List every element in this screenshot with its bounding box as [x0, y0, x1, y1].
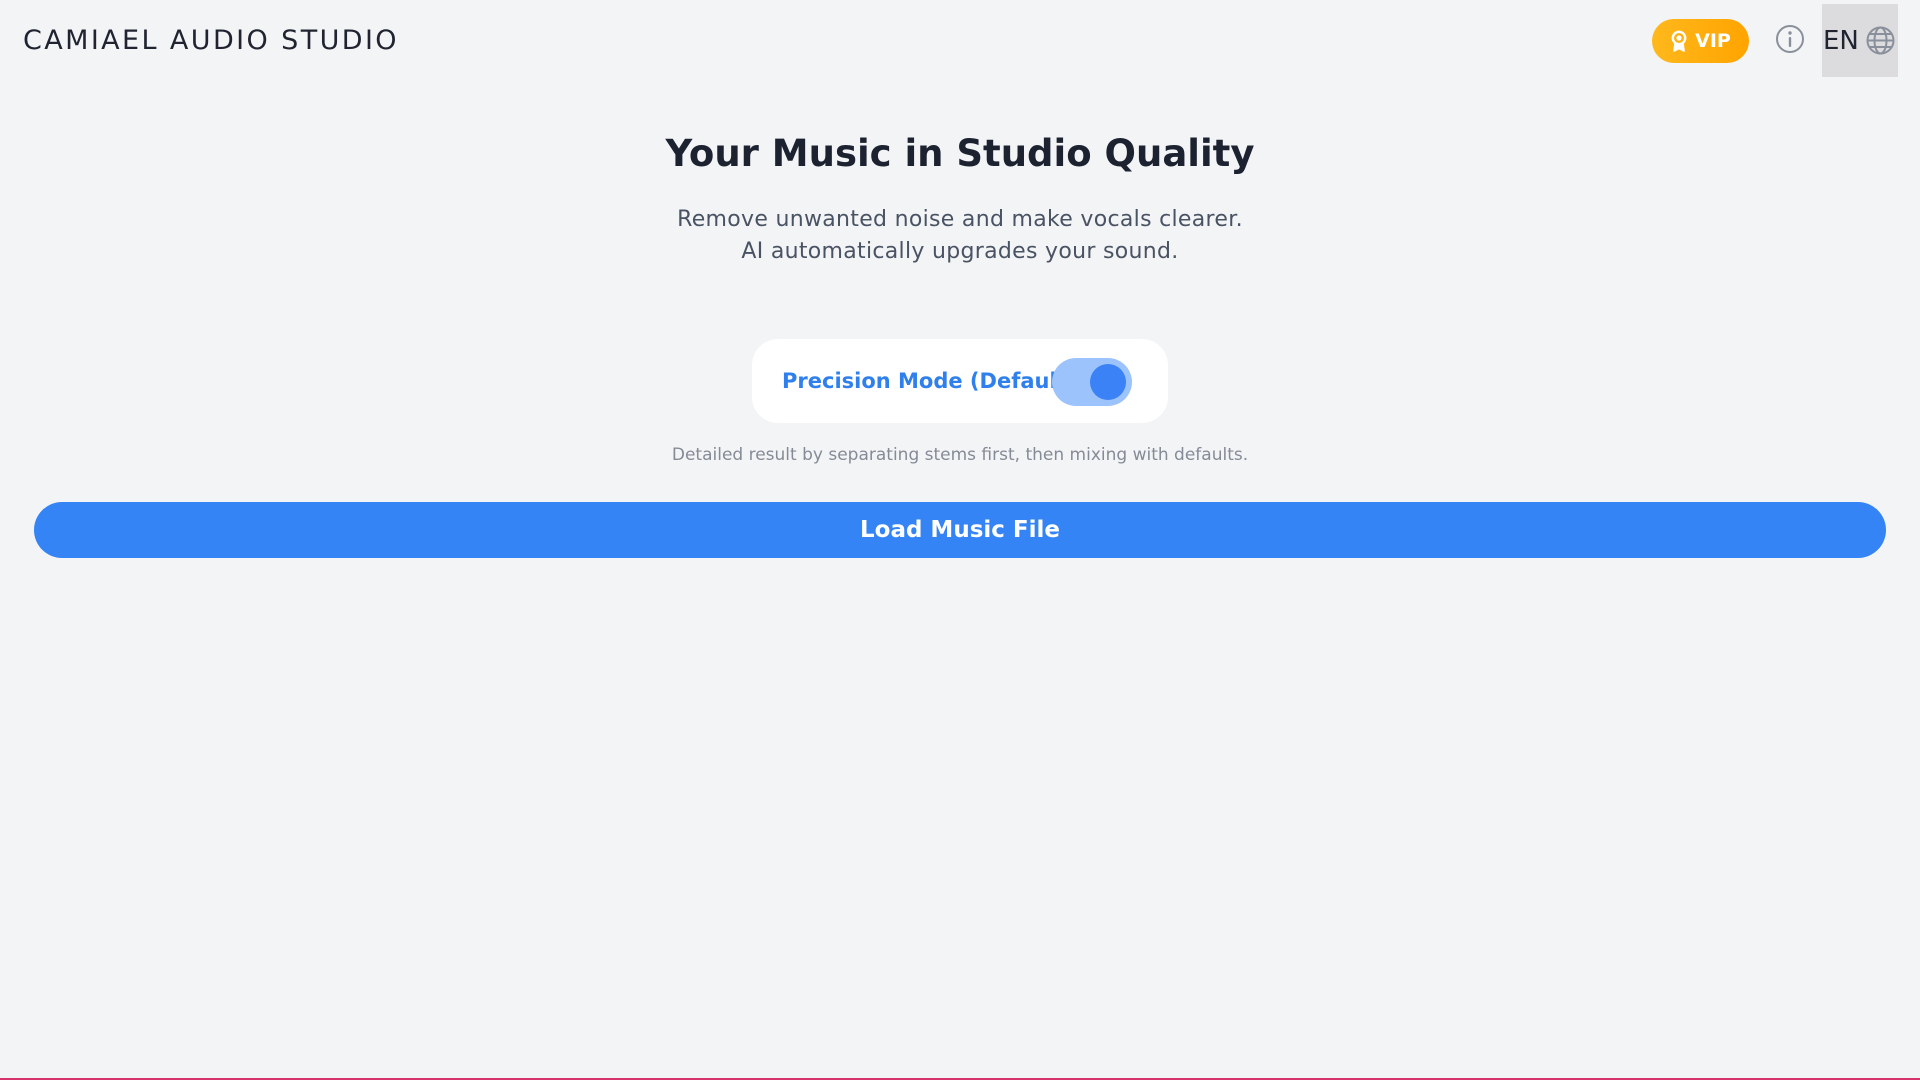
load-music-file-button[interactable]: Load Music File — [34, 502, 1886, 558]
subtitle-line-1: Remove unwanted noise and make vocals cl… — [677, 207, 1243, 232]
globe-icon — [1859, 25, 1896, 56]
app-title: CAMIAEL AUDIO STUDIO — [23, 25, 399, 56]
precision-mode-toggle[interactable] — [1052, 358, 1132, 406]
subtitle-line-2: AI automatically upgrades your sound. — [741, 239, 1179, 264]
info-button[interactable] — [1774, 25, 1806, 57]
toggle-knob — [1090, 364, 1126, 400]
page-subtitle: Remove unwanted noise and make vocals cl… — [0, 204, 1920, 268]
vip-button[interactable]: VIP — [1652, 19, 1749, 63]
top-bar: CAMIAEL AUDIO STUDIO VIP EN — [0, 0, 1920, 82]
precision-mode-description: Detailed result by separating stems firs… — [671, 445, 1249, 465]
app-page: CAMIAEL AUDIO STUDIO VIP EN Your Music i… — [0, 0, 1920, 1080]
language-code: EN — [1823, 25, 1859, 56]
language-selector[interactable]: EN — [1822, 4, 1898, 77]
vip-label: VIP — [1695, 30, 1731, 52]
precision-mode-label: Precision Mode (Default) — [782, 369, 1077, 393]
award-icon — [1670, 30, 1688, 52]
page-title: Your Music in Studio Quality — [665, 132, 1255, 175]
precision-mode-card: Precision Mode (Default) — [752, 339, 1168, 423]
info-icon — [1775, 24, 1805, 58]
